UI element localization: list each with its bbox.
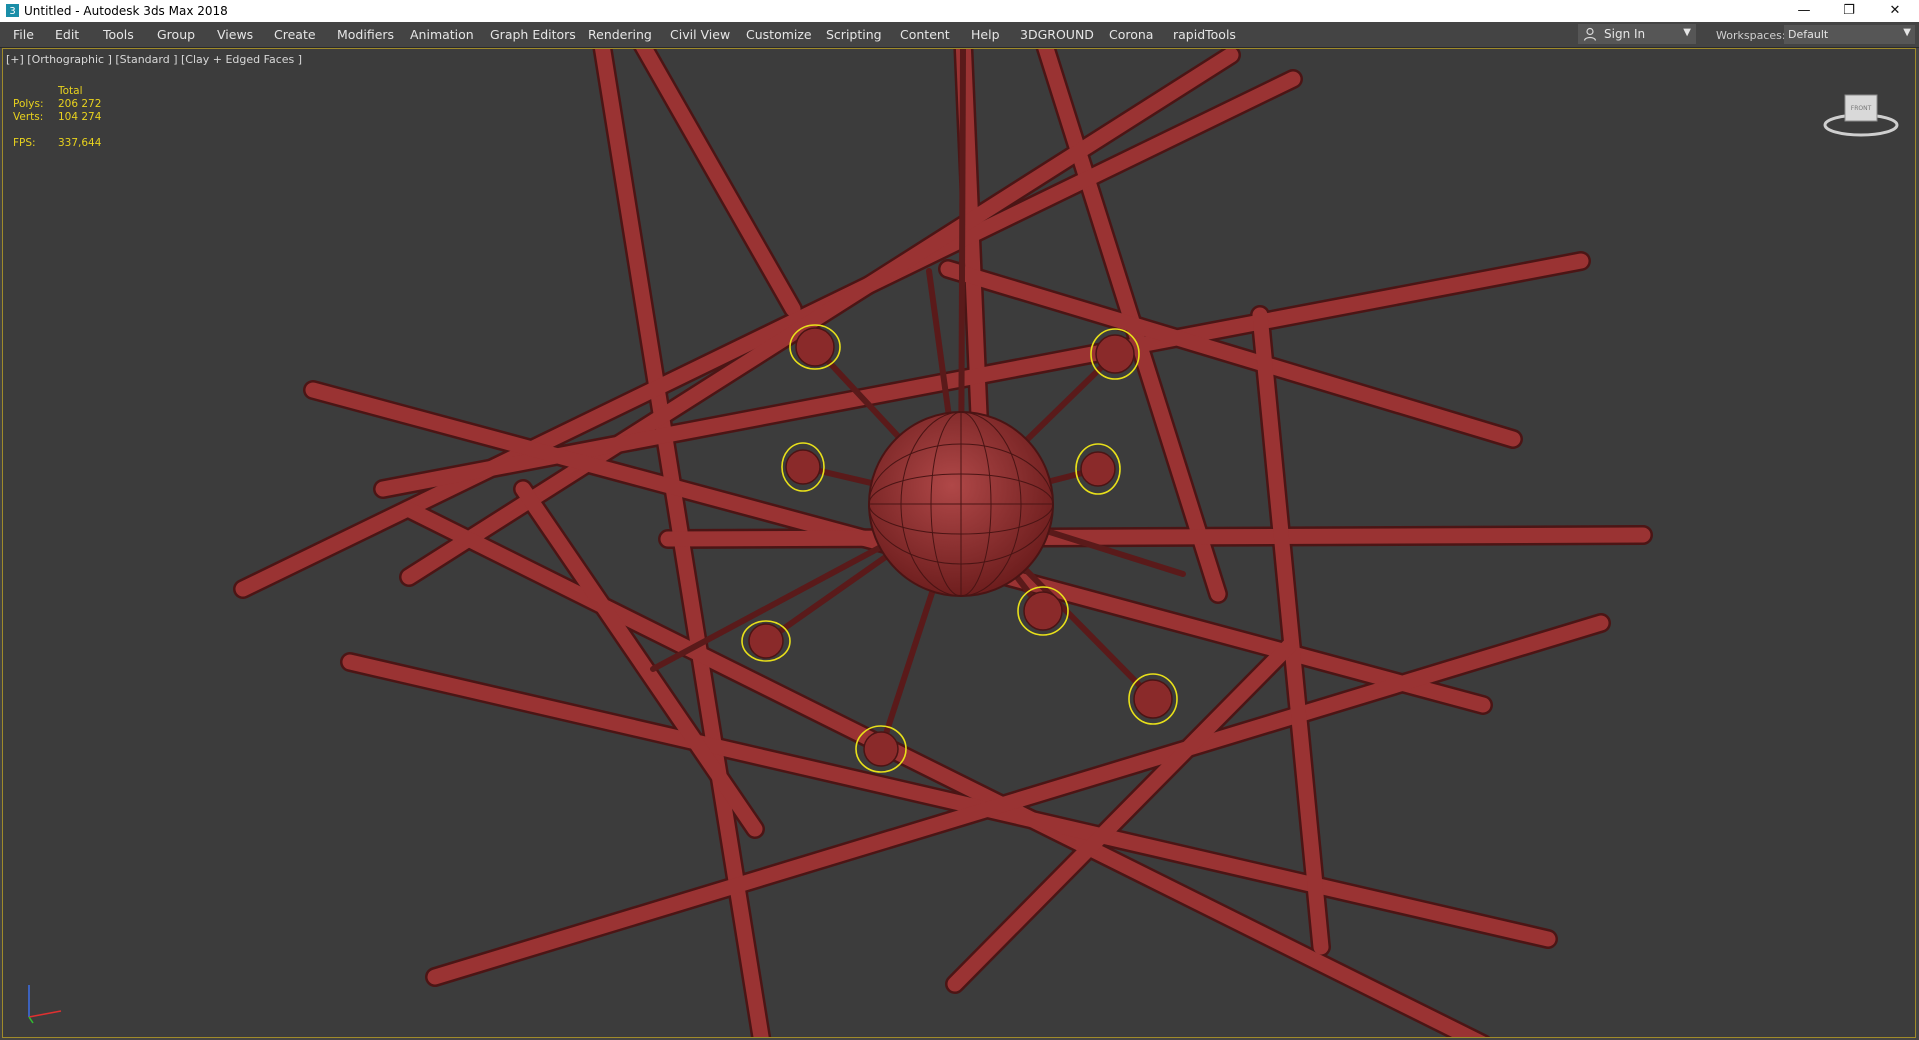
title-bar: 3 Untitled - Autodesk 3ds Max 2018 — ❐ ✕ — [0, 0, 1919, 22]
fps-value: 337,644 — [58, 137, 102, 149]
axis-tripod-icon — [28, 985, 62, 1024]
menu-content[interactable]: Content — [900, 27, 950, 42]
chevron-down-icon: ▼ — [1903, 27, 1911, 38]
menu-help[interactable]: Help — [971, 27, 1000, 42]
scene-model[interactable] — [3, 49, 1916, 1038]
menu-3dground[interactable]: 3DGROUND — [1020, 27, 1094, 42]
svg-text:3: 3 — [9, 6, 15, 17]
close-icon[interactable]: ✕ — [1872, 0, 1918, 22]
menu-rapidtools[interactable]: rapidTools — [1173, 27, 1236, 42]
menu-edit[interactable]: Edit — [55, 27, 79, 42]
verts-value: 104 274 — [58, 111, 102, 123]
user-icon — [1583, 27, 1597, 41]
menu-views[interactable]: Views — [217, 27, 253, 42]
menu-rendering[interactable]: Rendering — [588, 27, 652, 42]
menu-corona[interactable]: Corona — [1109, 27, 1153, 42]
menu-graph-editors[interactable]: Graph Editors — [490, 27, 576, 42]
restore-icon[interactable]: ❐ — [1826, 0, 1872, 22]
menu-civil-view[interactable]: Civil View — [670, 27, 730, 42]
minimize-icon[interactable]: — — [1781, 0, 1827, 22]
viewcube-face-label: FRONT — [1851, 105, 1872, 112]
menu-group[interactable]: Group — [157, 27, 195, 42]
workspaces-select[interactable]: Default ▼ — [1784, 25, 1915, 44]
sign-in-button[interactable]: Sign In ▼ — [1578, 24, 1696, 44]
menu-file[interactable]: File — [13, 27, 34, 42]
perspective-viewport[interactable]: [+] [Orthographic ] [Standard ] [Clay + … — [2, 48, 1916, 1038]
workspaces-label: Workspaces: — [1716, 29, 1786, 42]
menu-customize[interactable]: Customize — [746, 27, 812, 42]
menu-scripting[interactable]: Scripting — [826, 27, 882, 42]
viewcube-icon[interactable]: FRONT — [1821, 85, 1901, 141]
fps-label: FPS: — [13, 137, 36, 149]
menu-tools[interactable]: Tools — [103, 27, 134, 42]
menu-modifiers[interactable]: Modifiers — [337, 27, 394, 42]
chevron-down-icon: ▼ — [1683, 27, 1691, 38]
verts-label: Verts: — [13, 111, 44, 123]
menu-animation[interactable]: Animation — [410, 27, 474, 42]
window-title: Untitled - Autodesk 3ds Max 2018 — [24, 4, 228, 18]
viewport-label-menu[interactable]: [+] [Orthographic ] [Standard ] [Clay + … — [6, 53, 302, 66]
polys-value: 206 272 — [58, 98, 102, 110]
polys-label: Polys: — [13, 98, 44, 110]
sign-in-label: Sign In — [1604, 27, 1646, 41]
menu-create[interactable]: Create — [274, 27, 316, 42]
stats-header: Total — [58, 85, 83, 97]
3dsmax-app-icon: 3 — [6, 4, 19, 17]
workspaces-value: Default — [1788, 28, 1829, 41]
